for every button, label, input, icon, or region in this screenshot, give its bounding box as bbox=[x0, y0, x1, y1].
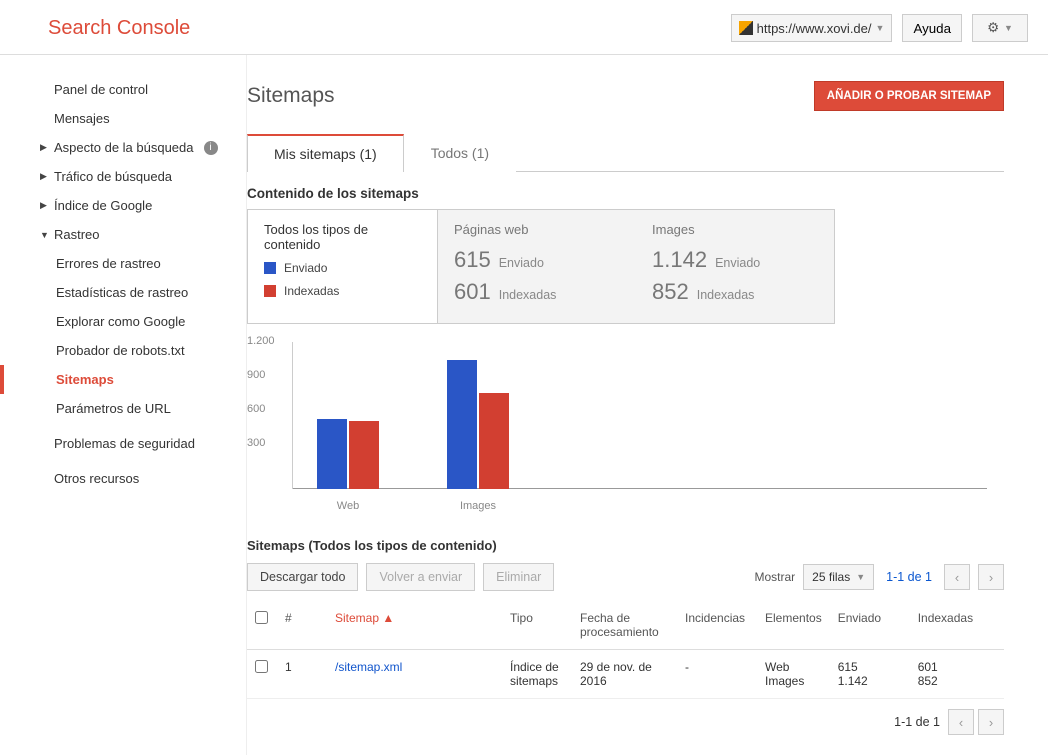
bar bbox=[349, 421, 379, 489]
chevron-down-icon: ▼ bbox=[876, 23, 885, 33]
tab-my-sitemaps[interactable]: Mis sitemaps (1) bbox=[247, 134, 404, 172]
caret-right-icon: ▶ bbox=[40, 142, 48, 153]
col-enviado[interactable]: Enviado bbox=[830, 601, 910, 650]
chevron-left-icon: ‹ bbox=[959, 715, 963, 730]
sidebar-item-mensajes[interactable]: Mensajes bbox=[0, 104, 246, 133]
chevron-right-icon: › bbox=[989, 715, 993, 730]
summary-legend: Todos los tipos de contenido Enviado Ind… bbox=[248, 210, 438, 323]
section-content-label: Contenido de los sitemaps bbox=[247, 186, 1004, 201]
y-tick: 600 bbox=[247, 403, 265, 415]
tabs: Mis sitemaps (1) Todos (1) bbox=[247, 133, 1004, 172]
table-title: Sitemaps (Todos los tipos de contenido) bbox=[247, 538, 1004, 553]
col-indexadas[interactable]: Indexadas bbox=[910, 601, 1004, 650]
chevron-down-icon: ▼ bbox=[856, 572, 865, 582]
cell-env: 6151.142 bbox=[830, 650, 910, 699]
property-url: https://www.xovi.de/ bbox=[757, 21, 872, 36]
rows-select[interactable]: 25 filas▼ bbox=[803, 564, 874, 590]
help-button[interactable]: Ayuda bbox=[902, 14, 962, 42]
col-fecha[interactable]: Fecha de procesamiento bbox=[572, 601, 677, 650]
col-elementos[interactable]: Elementos bbox=[757, 601, 830, 650]
x-label: Web bbox=[337, 500, 359, 512]
sitemaps-table: # Sitemap ▲ Tipo Fecha de procesamiento … bbox=[247, 601, 1004, 699]
delete-button[interactable]: Eliminar bbox=[483, 563, 554, 591]
summary-web[interactable]: Páginas web 615Enviado 601Indexadas bbox=[438, 210, 636, 323]
resend-button[interactable]: Volver a enviar bbox=[366, 563, 475, 591]
pager-text-bottom: 1-1 de 1 bbox=[894, 715, 940, 729]
cell-fecha: 29 de nov. de 2016 bbox=[572, 650, 677, 699]
col-sitemap[interactable]: Sitemap ▲ bbox=[327, 601, 502, 650]
summary-row: Todos los tipos de contenido Enviado Ind… bbox=[247, 209, 835, 324]
chart: 3006009001.200WebImages bbox=[247, 342, 987, 512]
add-sitemap-button[interactable]: AÑADIR O PROBAR SITEMAP bbox=[814, 81, 1004, 111]
tab-all-sitemaps[interactable]: Todos (1) bbox=[404, 134, 516, 172]
legend-title: Todos los tipos de contenido bbox=[264, 222, 421, 252]
cell-elem: WebImages bbox=[757, 650, 830, 699]
y-tick: 300 bbox=[247, 437, 265, 449]
table-row: 1/sitemap.xml Índice de sitemaps29 de nov… bbox=[247, 650, 1004, 699]
y-tick: 900 bbox=[247, 369, 265, 381]
download-button[interactable]: Descargar todo bbox=[247, 563, 358, 591]
cell-num: 1 bbox=[277, 650, 327, 699]
chevron-right-icon: › bbox=[989, 570, 993, 585]
legend-indexed: Indexadas bbox=[264, 284, 421, 298]
pager-next[interactable]: › bbox=[978, 564, 1004, 590]
info-icon: i bbox=[204, 141, 218, 155]
cell-incid: - bbox=[677, 650, 757, 699]
sidebar-item-errores[interactable]: Errores de rastreo bbox=[0, 249, 246, 278]
cell-tipo: Índice de sitemaps bbox=[502, 650, 572, 699]
sitemap-link[interactable]: /sitemap.xml bbox=[335, 660, 402, 674]
bar-group bbox=[317, 419, 379, 489]
pager-prev-bottom[interactable]: ‹ bbox=[948, 709, 974, 735]
caret-right-icon: ▶ bbox=[40, 171, 48, 182]
chevron-left-icon: ‹ bbox=[955, 570, 959, 585]
col-tipo[interactable]: Tipo bbox=[502, 601, 572, 650]
site-favicon bbox=[739, 21, 753, 35]
property-selector[interactable]: https://www.xovi.de/ ▼ bbox=[731, 14, 893, 42]
sidebar-item-aspecto[interactable]: ▶Aspecto de la búsquedai bbox=[0, 133, 246, 162]
sidebar-item-sitemaps[interactable]: Sitemaps bbox=[0, 365, 246, 394]
summary-img-title: Images bbox=[652, 222, 818, 237]
y-tick: 1.200 bbox=[247, 335, 275, 347]
brand[interactable]: Search Console bbox=[48, 17, 190, 40]
swatch-blue bbox=[264, 262, 276, 274]
sort-asc-icon: ▲ bbox=[382, 611, 394, 625]
sidebar-item-otros[interactable]: Otros recursos bbox=[0, 464, 246, 493]
page-title: Sitemaps bbox=[247, 84, 335, 108]
sidebar-item-panel[interactable]: Panel de control bbox=[0, 75, 246, 104]
chevron-down-icon: ▼ bbox=[1004, 23, 1013, 33]
pager-prev[interactable]: ‹ bbox=[944, 564, 970, 590]
bar bbox=[479, 393, 509, 489]
settings-button[interactable]: ⚙ ▼ bbox=[972, 14, 1028, 42]
sidebar-item-parametros[interactable]: Parámetros de URL bbox=[0, 394, 246, 423]
pager-text: 1-1 de 1 bbox=[886, 570, 932, 584]
swatch-red bbox=[264, 285, 276, 297]
sidebar-item-rastreo[interactable]: ▼Rastreo bbox=[0, 220, 246, 249]
pager-next-bottom[interactable]: › bbox=[978, 709, 1004, 735]
col-num[interactable]: # bbox=[277, 601, 327, 650]
sidebar-item-seguridad[interactable]: Problemas de seguridad bbox=[0, 429, 246, 458]
bar bbox=[317, 419, 347, 489]
main-content: Sitemaps AÑADIR O PROBAR SITEMAP Mis sit… bbox=[246, 55, 1048, 755]
cell-idx: 601852 bbox=[910, 650, 1004, 699]
sidebar-item-robots[interactable]: Probador de robots.txt bbox=[0, 336, 246, 365]
legend-sent: Enviado bbox=[264, 261, 421, 275]
sidebar-item-indice[interactable]: ▶Índice de Google bbox=[0, 191, 246, 220]
sidebar-item-trafico[interactable]: ▶Tráfico de búsqueda bbox=[0, 162, 246, 191]
select-all-checkbox[interactable] bbox=[255, 611, 268, 624]
sidebar-item-estadisticas[interactable]: Estadísticas de rastreo bbox=[0, 278, 246, 307]
caret-down-icon: ▼ bbox=[40, 230, 48, 240]
gear-icon: ⚙ bbox=[987, 20, 999, 36]
sidebar-item-explorar[interactable]: Explorar como Google bbox=[0, 307, 246, 336]
bar bbox=[447, 360, 477, 489]
x-label: Images bbox=[460, 500, 496, 512]
summary-images[interactable]: Images 1.142Enviado 852Indexadas bbox=[636, 210, 834, 323]
bar-group bbox=[447, 360, 509, 489]
table-toolbar: Descargar todo Volver a enviar Eliminar … bbox=[247, 563, 1004, 591]
summary-web-title: Páginas web bbox=[454, 222, 620, 237]
row-checkbox[interactable] bbox=[255, 660, 268, 673]
col-incidencias[interactable]: Incidencias bbox=[677, 601, 757, 650]
caret-right-icon: ▶ bbox=[40, 200, 48, 211]
sidebar: Panel de control Mensajes ▶Aspecto de la… bbox=[0, 55, 246, 755]
show-label: Mostrar bbox=[755, 570, 796, 584]
